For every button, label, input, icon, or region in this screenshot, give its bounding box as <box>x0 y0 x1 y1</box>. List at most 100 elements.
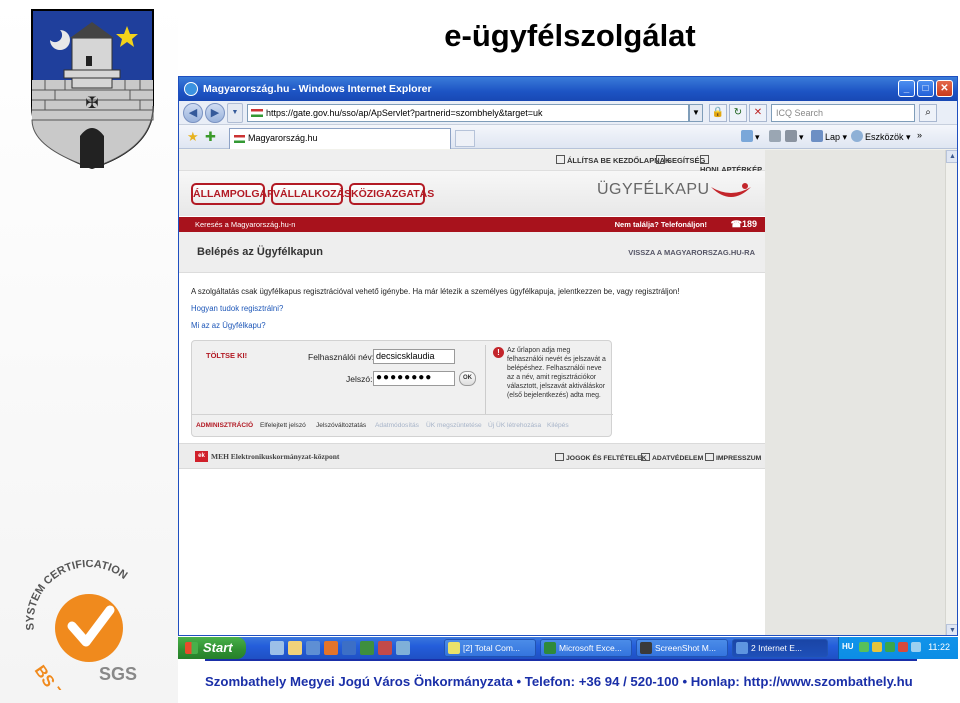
page-viewport: ÁLLÍTSA BE KEZDŐLAPNAK SEGÍTSÉG HONLAPTÉ… <box>179 150 945 635</box>
info-icon: ! <box>493 347 504 358</box>
task-excel[interactable]: Microsoft Exce... <box>540 639 632 657</box>
gear-icon <box>851 130 863 142</box>
tray-app2-icon[interactable] <box>872 642 882 652</box>
tab-magyarorszag[interactable]: Magyarország.hu <box>229 128 451 149</box>
how-to-register-link[interactable]: Hogyan tudok regisztrálni? <box>191 304 283 313</box>
search-input[interactable]: ICQ Search <box>771 104 915 122</box>
feeds-icon <box>769 130 781 142</box>
excel-icon <box>544 642 556 654</box>
privacy-link[interactable]: ADATVÉDELEM <box>641 453 703 462</box>
more-chevron-icon[interactable]: » <box>917 130 922 140</box>
browser-title-bar[interactable]: Magyarország.hu - Windows Internet Explo… <box>179 77 957 101</box>
vertical-scrollbar[interactable]: ▲ ▼ <box>945 150 957 635</box>
ugyfelkapu-smile-icon <box>711 183 751 197</box>
minimize-button[interactable]: _ <box>898 80 915 97</box>
firefox-quicklaunch-icon[interactable] <box>324 641 338 655</box>
task-label: [2] Total Com... <box>463 643 521 653</box>
app-quicklaunch-icon[interactable] <box>378 641 392 655</box>
app2-quicklaunch-icon[interactable] <box>396 641 410 655</box>
desktop-quicklaunch-icon[interactable] <box>270 641 284 655</box>
slide: ✠ e-ügyfélszolgálat SYSTEM CERTIFICATION… <box>0 0 960 703</box>
print-button[interactable]: ▾ <box>785 130 804 143</box>
start-button[interactable]: Start <box>178 637 246 659</box>
tab-allampolgar[interactable]: ÁLLAMPOLGÁR <box>191 183 275 205</box>
tab-vallalkozas[interactable]: VÁLLALKOZÁS <box>271 183 351 205</box>
address-bar[interactable]: https://gate.gov.hu/sso/ap/ApServlet?par… <box>247 104 689 122</box>
task-label: Microsoft Exce... <box>559 643 622 653</box>
admin-title: ADMINISZTRÁCIÓ <box>196 422 254 429</box>
username-label: Felhasználói név: <box>308 352 375 362</box>
back-to-portal-link[interactable]: VISSZA A MAGYARORSZAG.HU-RA <box>628 248 755 257</box>
hungary-flag-icon <box>234 135 245 143</box>
site-search-link[interactable]: Keresés a Magyarország.hu-n <box>195 217 295 232</box>
set-homepage-link[interactable]: ÁLLÍTSA BE KEZDŐLAPNAK <box>556 155 670 165</box>
favorites-star-icon[interactable]: ★ <box>187 129 199 145</box>
excel-quicklaunch-icon[interactable] <box>360 641 374 655</box>
password-field[interactable]: ●●●●●●●● <box>373 371 455 386</box>
slide-title: e-ügyfélszolgálat <box>444 18 696 53</box>
word-quicklaunch-icon[interactable] <box>342 641 356 655</box>
task-label: 2 Internet E... <box>751 643 803 653</box>
tab-kozigazgatas[interactable]: KÖZIGAZGATÁS <box>349 183 434 205</box>
tools-menu[interactable]: Eszközök ▾ <box>851 130 911 143</box>
top-links: ÁLLÍTSA BE KEZDŐLAPNAK SEGÍTSÉG HONLAPTÉ… <box>179 150 765 174</box>
ok-button[interactable]: OK <box>459 371 476 386</box>
tools-menu-label: Eszközök <box>865 132 904 142</box>
hungary-flag-icon <box>251 109 263 117</box>
start-label: Start <box>203 640 233 655</box>
language-indicator[interactable]: HU <box>842 642 854 651</box>
tray-app4-icon[interactable] <box>898 642 908 652</box>
tray-app-icon[interactable] <box>859 642 869 652</box>
new-tab-button[interactable] <box>455 130 475 147</box>
maximize-button[interactable]: □ <box>917 80 934 97</box>
back-button[interactable]: ◀ <box>183 103 203 123</box>
site-footer: ek MEH Elektronikuskormányzat-központ JO… <box>179 443 765 469</box>
terms-link[interactable]: JOGOK ÉS FELTÉTELEK <box>555 453 647 462</box>
folder-quicklaunch-icon[interactable] <box>288 641 302 655</box>
clock[interactable]: 11:22 <box>928 642 950 652</box>
footer-divider <box>205 659 917 661</box>
page-menu-label: Lap <box>825 132 841 142</box>
address-dropdown-icon[interactable]: ▼ <box>689 104 703 122</box>
forward-button[interactable]: ▶ <box>205 103 225 123</box>
coat-of-arms-icon: ✠ <box>31 9 154 170</box>
home-button[interactable]: ▾ <box>741 130 760 143</box>
add-favorite-icon[interactable]: ✚ <box>205 129 216 145</box>
feeds-button[interactable] <box>769 130 783 142</box>
ie-quicklaunch-icon[interactable] <box>306 641 320 655</box>
scroll-down-icon[interactable]: ▼ <box>946 624 957 635</box>
login-form: TÖLTSE KI! Felhasználói név: decsicsklau… <box>191 340 613 437</box>
task-internet-explorer[interactable]: 2 Internet E... <box>732 639 828 657</box>
intro-text: A szolgáltatás csak ügyfélkapus regisztr… <box>191 287 680 296</box>
help-link[interactable]: SEGÍTSÉG <box>656 155 705 165</box>
tray-app3-icon[interactable] <box>885 642 895 652</box>
close-window-button[interactable]: ✕ <box>936 80 953 97</box>
scroll-up-icon[interactable]: ▲ <box>946 150 957 163</box>
svg-text:✠: ✠ <box>85 93 98 112</box>
history-dropdown-icon[interactable]: ▼ <box>227 103 243 123</box>
taskbar: Start [2] Total Com... Microsoft Exce...… <box>178 637 958 659</box>
task-total-commander[interactable]: [2] Total Com... <box>444 639 536 657</box>
screenshot-icon <box>640 642 652 654</box>
search-icon[interactable]: ⌕ <box>919 104 937 122</box>
sgs-certification-seal-icon: SYSTEM CERTIFICATION BS 7799 SGS <box>24 560 137 690</box>
change-password-link[interactable]: Jelszóváltoztatás <box>316 422 366 429</box>
tray-network-icon[interactable] <box>911 642 921 652</box>
username-field[interactable]: decsicsklaudia <box>373 349 455 364</box>
phone-number: ☎189 <box>730 219 757 229</box>
page-icon <box>811 130 823 142</box>
url-text: https://gate.gov.hu/sso/ap/ApServlet?par… <box>266 108 543 118</box>
admin-bar: ADMINISZTRÁCIÓ Elfelejtett jelszó Jelszó… <box>192 414 613 437</box>
red-search-bar: Keresés a Magyarország.hu-n Nem találja?… <box>179 217 765 232</box>
stop-icon[interactable]: ✕ <box>749 104 767 122</box>
page-menu[interactable]: Lap ▾ <box>811 130 847 143</box>
imprint-link[interactable]: IMPRESSZUM <box>705 453 761 462</box>
command-bar: ★ ✚ Magyarország.hu ▾ ▾ Lap ▾ Eszközök ▾… <box>179 125 957 149</box>
forgot-password-link[interactable]: Elfelejtett jelszó <box>260 422 306 429</box>
divider <box>485 345 486 415</box>
lock-icon[interactable]: 🔒 <box>709 104 727 122</box>
what-is-ugyfelkapu-link[interactable]: Mi az az Ügyfélkapu? <box>191 321 266 330</box>
task-screenshot[interactable]: ScreenShot M... <box>636 639 728 657</box>
refresh-icon[interactable]: ↻ <box>729 104 747 122</box>
not-found-call-text: Nem találja? Telefonáljon! <box>614 220 707 229</box>
